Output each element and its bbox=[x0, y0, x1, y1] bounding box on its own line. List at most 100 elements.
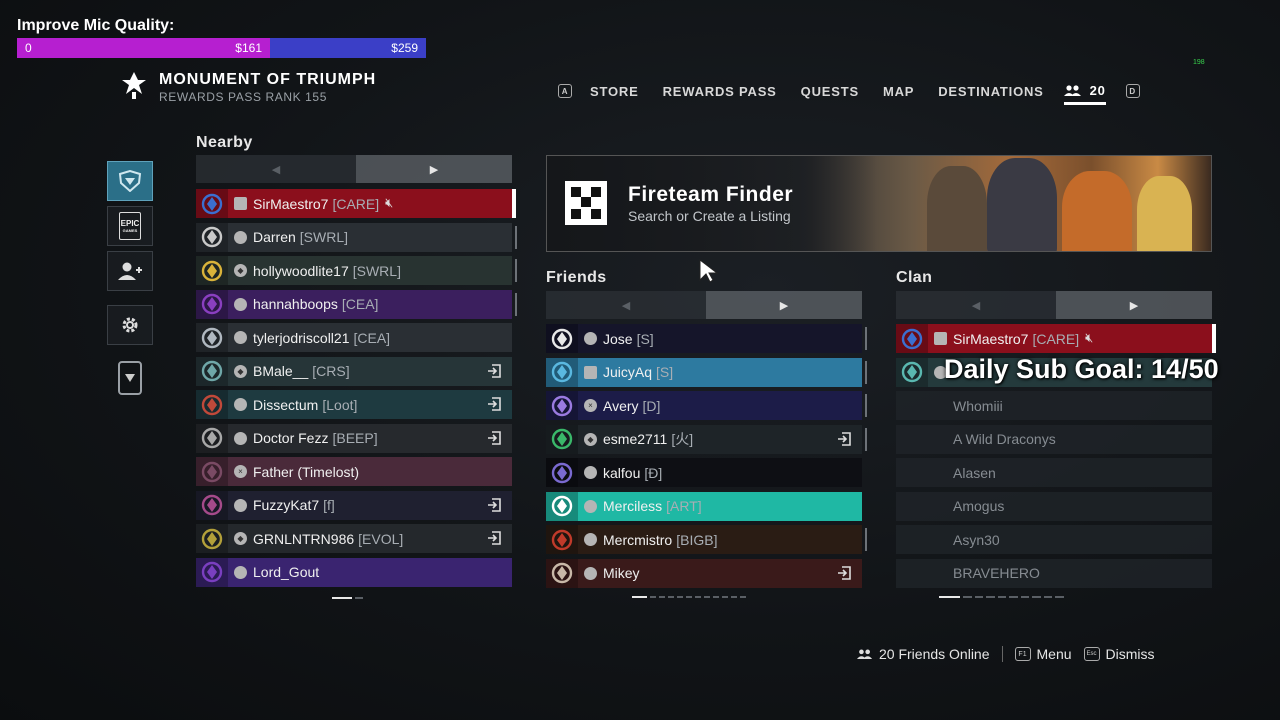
clan-tag: [CEA] bbox=[353, 329, 391, 346]
steam-platform-icon bbox=[584, 466, 597, 479]
friends-row[interactable]: Mikey bbox=[546, 558, 862, 588]
tab-store[interactable]: STORE bbox=[590, 84, 639, 99]
friends-online-icon bbox=[857, 649, 873, 659]
nearby-next-button[interactable]: ▶ bbox=[356, 155, 512, 183]
companion-app-icon[interactable] bbox=[118, 361, 142, 395]
clan-row[interactable]: Whomiii bbox=[896, 391, 1212, 420]
join-icon[interactable] bbox=[486, 396, 502, 412]
page-dot bbox=[650, 596, 656, 598]
tab-map[interactable]: MAP bbox=[883, 84, 914, 99]
nearby-row[interactable]: Doctor Fezz [BEEP] bbox=[196, 423, 512, 453]
join-icon[interactable] bbox=[486, 363, 502, 379]
nearby-row[interactable]: ◆ BMale__ [CRS] bbox=[196, 356, 512, 386]
emblem-icon bbox=[196, 457, 228, 486]
nearby-row[interactable]: FuzzyKat7 [f] bbox=[196, 490, 512, 520]
clan-tag: [CARE] bbox=[332, 195, 380, 212]
page-dot bbox=[986, 596, 995, 598]
fireteam-finder-banner[interactable]: Fireteam Finder Search or Create a Listi… bbox=[546, 155, 1212, 252]
tab-destinations[interactable]: DESTINATIONS bbox=[938, 84, 1043, 99]
friends-list: Jose [S] JuicyAq [S] × Avery [D] ◆ esme2711 [火] ka… bbox=[546, 324, 867, 592]
page-dot bbox=[677, 596, 683, 598]
nearby-row[interactable]: tylerjodriscoll21 [CEA] bbox=[196, 323, 512, 352]
friends-row[interactable]: ◆ esme2711 [火] bbox=[546, 424, 867, 454]
nearby-row[interactable]: ◆ GRNLNTRN986 [EVOL] bbox=[196, 524, 512, 553]
emblem-icon bbox=[196, 256, 228, 285]
player-name: kalfou bbox=[603, 464, 641, 481]
clan-row[interactable]: BRAVEHERO bbox=[896, 558, 1212, 588]
selection-indicator bbox=[512, 189, 516, 218]
tab-quests[interactable]: QUESTS bbox=[801, 84, 859, 99]
tab-rewards-pass[interactable]: REWARDS PASS bbox=[663, 84, 777, 99]
player-name: hollywoodlite17 bbox=[253, 262, 349, 279]
clan-next-button[interactable]: ▶ bbox=[1056, 291, 1212, 319]
join-icon[interactable] bbox=[486, 497, 502, 513]
tab-friends[interactable]: 20 bbox=[1063, 83, 1106, 105]
pc-platform-icon bbox=[234, 197, 247, 210]
scroll-indicator bbox=[865, 360, 867, 384]
friends-pager: ◀ ▶ bbox=[546, 291, 862, 319]
player-name: Jose bbox=[603, 330, 633, 347]
clan-tag: [f] bbox=[323, 497, 335, 513]
dismiss-action[interactable]: Esc Dismiss bbox=[1083, 646, 1155, 662]
nearby-pager: ◀ ▶ bbox=[196, 155, 512, 183]
join-icon[interactable] bbox=[836, 565, 852, 581]
clan-row[interactable]: Amogus bbox=[896, 491, 1212, 521]
page-dot bbox=[659, 596, 665, 598]
player-name: Mikey bbox=[603, 565, 640, 581]
nearby-row[interactable]: ◆ hollywoodlite17 [SWRL] bbox=[196, 256, 517, 285]
join-icon[interactable] bbox=[486, 530, 502, 546]
nearby-row[interactable]: Lord_Gout bbox=[196, 557, 512, 587]
page-dot bbox=[939, 596, 961, 598]
nearby-row[interactable]: SirMaestro7 [CARE] 🔇︎ bbox=[196, 189, 516, 218]
pc-platform-icon bbox=[584, 365, 597, 379]
rail-fireteam-button[interactable] bbox=[107, 161, 153, 201]
nearby-row[interactable]: hannahboops [CEA] bbox=[196, 289, 517, 319]
nav-right-key-icon[interactable]: D bbox=[1125, 84, 1140, 98]
nearby-row[interactable]: × Father (Timelost) bbox=[196, 457, 512, 486]
menu-action[interactable]: F1 Menu bbox=[1014, 646, 1072, 662]
clan-row[interactable]: A Wild Draconys bbox=[896, 424, 1212, 454]
empty-emblem bbox=[896, 559, 928, 588]
clan-row[interactable]: Asyn30 bbox=[896, 525, 1212, 554]
rail-add-friend-button[interactable] bbox=[107, 251, 153, 291]
fireteam-finder-icon bbox=[565, 181, 607, 225]
nav-left-key-icon[interactable]: A bbox=[558, 84, 572, 98]
friends-row[interactable]: kalfou [Ð] bbox=[546, 458, 862, 487]
menu-label: Menu bbox=[1036, 646, 1072, 662]
guardian-art bbox=[1062, 171, 1132, 251]
guardian-art bbox=[927, 166, 987, 251]
friends-row[interactable]: Merciless [ART] bbox=[546, 491, 862, 521]
steam-platform-icon bbox=[584, 332, 597, 345]
footer-bar: 20 Friends Online F1 Menu Esc Dismiss bbox=[857, 645, 1155, 663]
emblem-icon bbox=[196, 189, 228, 218]
clan-prev-button[interactable]: ◀ bbox=[896, 291, 1056, 319]
friends-row[interactable]: JuicyAq [S] bbox=[546, 357, 867, 387]
nearby-row[interactable]: Darren [SWRL] bbox=[196, 222, 517, 252]
friends-next-button[interactable]: ▶ bbox=[706, 291, 862, 319]
steam-platform-icon bbox=[234, 331, 247, 344]
player-name: Amogus bbox=[953, 498, 1005, 514]
rail-epic-button[interactable]: EPIC GAMES bbox=[107, 206, 153, 246]
emblem-icon bbox=[196, 390, 228, 419]
player-name: Alasen bbox=[953, 464, 996, 481]
rail-settings-button[interactable] bbox=[107, 305, 153, 345]
xbox-platform-icon: × bbox=[234, 465, 247, 478]
steam-platform-icon bbox=[234, 498, 247, 512]
player-name: SirMaestro7 bbox=[253, 195, 329, 212]
friends-prev-button[interactable]: ◀ bbox=[546, 291, 706, 319]
nearby-row[interactable]: Dissectum [Loot] bbox=[196, 390, 512, 419]
join-icon[interactable] bbox=[836, 431, 852, 447]
friends-row[interactable]: × Avery [D] bbox=[546, 391, 867, 420]
friends-row[interactable]: Jose [S] bbox=[546, 324, 867, 353]
nearby-prev-button[interactable]: ◀ bbox=[196, 155, 356, 183]
friends-row[interactable]: Mercmistro [BIGB] bbox=[546, 525, 867, 554]
fireteam-finder-subtitle: Search or Create a Listing bbox=[628, 208, 791, 224]
clan-tag: [S] bbox=[636, 330, 654, 347]
empty-emblem bbox=[896, 458, 928, 487]
muted-speaker-icon[interactable]: 🔇︎ bbox=[1085, 331, 1093, 346]
clan-row[interactable]: SirMaestro7 [CARE] 🔇︎ bbox=[896, 324, 1216, 353]
player-name: Dissectum bbox=[253, 396, 319, 413]
join-icon[interactable] bbox=[486, 430, 502, 446]
clan-row[interactable]: Alasen bbox=[896, 458, 1212, 487]
muted-speaker-icon[interactable]: 🔇︎ bbox=[385, 196, 393, 211]
